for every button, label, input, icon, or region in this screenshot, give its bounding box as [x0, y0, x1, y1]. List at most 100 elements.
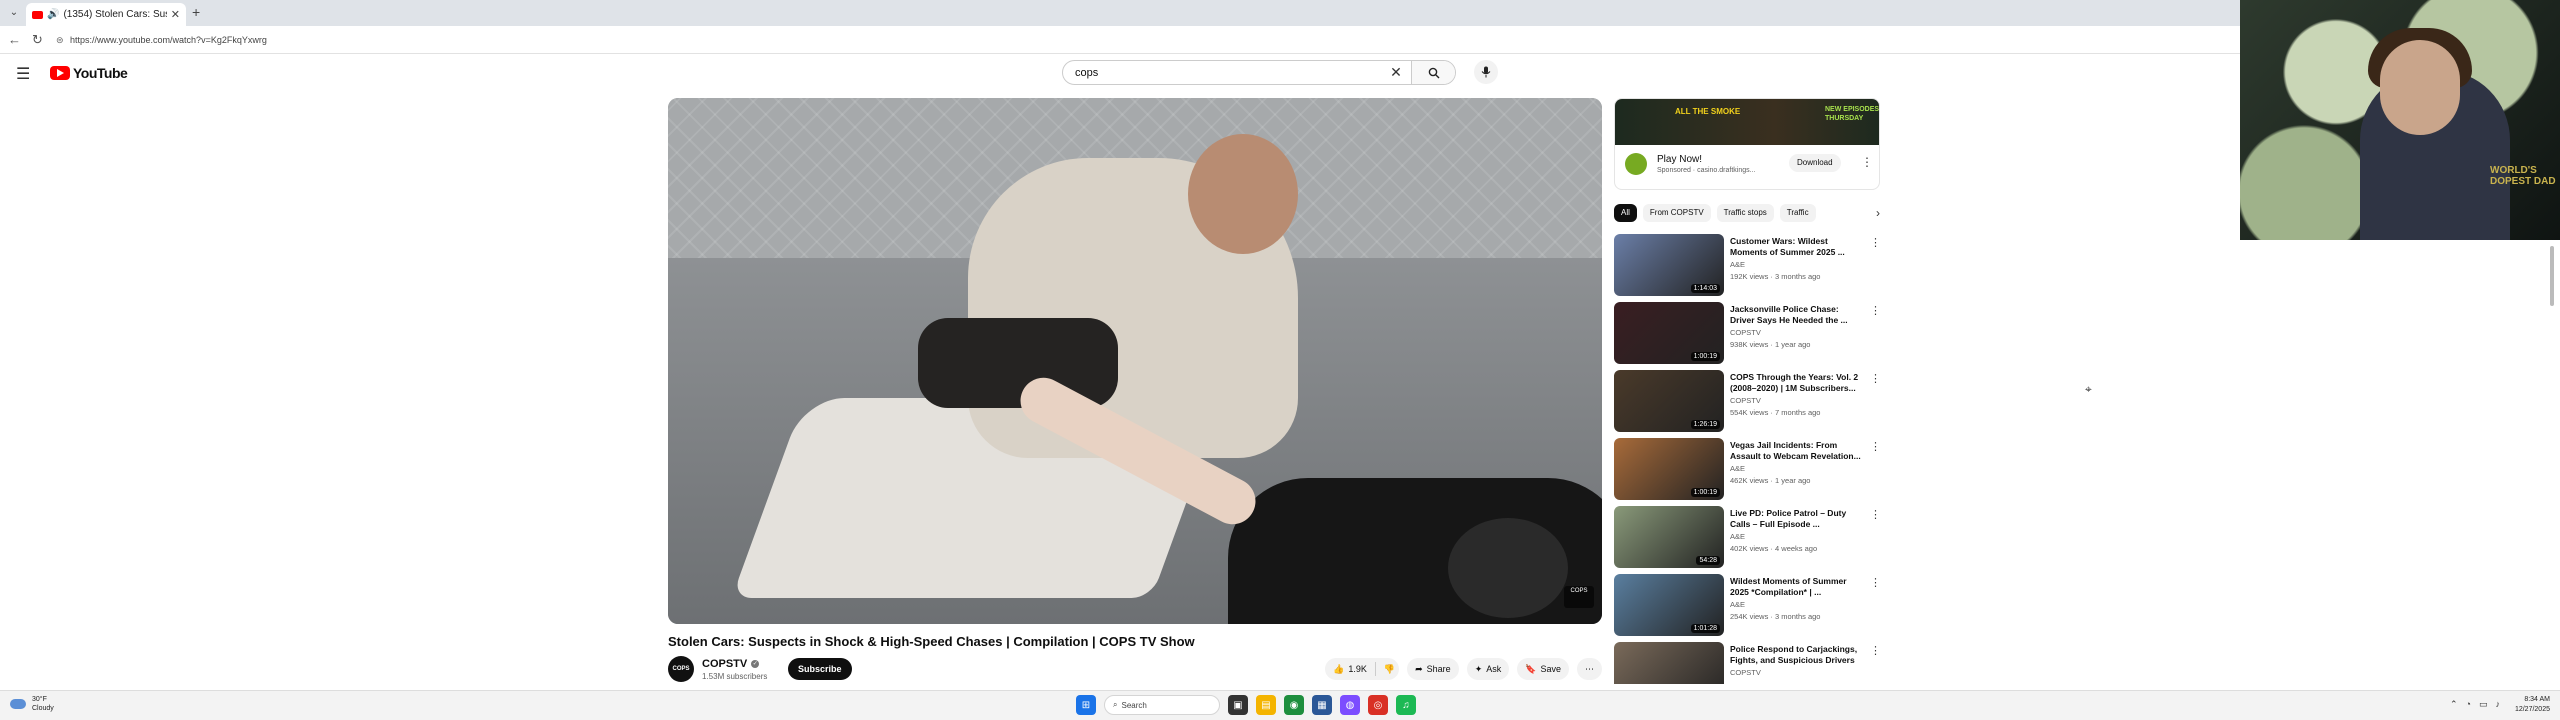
chevron-up-icon[interactable]: ⌃ — [2450, 699, 2458, 710]
voice-search-button[interactable] — [1474, 60, 1498, 84]
volume-icon[interactable]: ♪ — [2496, 699, 2501, 710]
recommendation-title[interactable]: Jacksonville Police Chase: Driver Says H… — [1730, 304, 1864, 326]
store-icon[interactable]: ▦ — [1312, 695, 1332, 715]
video-thumbnail[interactable]: 54:28 — [1614, 506, 1724, 568]
video-thumbnail[interactable]: 1:00:19 — [1614, 438, 1724, 500]
chip-from-copstv[interactable]: From COPSTV — [1642, 204, 1711, 222]
chevron-right-icon[interactable]: › — [1876, 206, 1880, 220]
video-thumbnail[interactable]: 1:01:28 — [1614, 574, 1724, 636]
chip-all[interactable]: All — [1614, 204, 1637, 222]
weather-text: 30°F Cloudy — [32, 695, 54, 713]
share-button[interactable]: ➦ Share — [1407, 658, 1459, 680]
recommendation-title[interactable]: COPS Through the Years: Vol. 2 (2008–202… — [1730, 372, 1864, 394]
more-vertical-icon[interactable]: ⋮ — [1870, 304, 1881, 317]
ad-download-button[interactable]: Download — [1789, 154, 1841, 172]
verified-icon: ✓ — [751, 660, 760, 669]
search-button[interactable] — [1411, 61, 1455, 84]
weather-widget[interactable]: 30°F Cloudy — [10, 695, 54, 713]
video-thumbnail[interactable]: 1:14:03 — [1614, 234, 1724, 296]
new-tab-button[interactable]: + — [192, 4, 200, 20]
file-explorer-icon[interactable]: ▤ — [1256, 695, 1276, 715]
ad-banner[interactable]: ALL THE SMOKE NEW EPISODES THURSDAY — [1615, 99, 1879, 145]
more-vertical-icon[interactable]: ⋮ — [1870, 508, 1881, 521]
chip-traffic-stops[interactable]: Traffic stops — [1716, 204, 1774, 222]
close-icon[interactable]: ✕ — [171, 8, 180, 21]
recommendation-item[interactable]: 1:26:19 COPS Through the Years: Vol. 2 (2… — [1614, 370, 1886, 438]
recommendation-title[interactable]: Customer Wars: Wildest Moments of Summer… — [1730, 236, 1864, 258]
taskbar-search[interactable]: ⌕ Search — [1104, 695, 1220, 715]
recommendation-channel[interactable]: COPSTV — [1730, 396, 1761, 405]
scrollbar-thumb[interactable] — [2550, 246, 2554, 306]
page-scrollbar[interactable] — [2548, 240, 2556, 680]
url-field[interactable]: ⊜ https://www.youtube.com/watch?v=Kg2Fkq… — [56, 31, 2226, 49]
like-count[interactable]: 1.9K — [1348, 664, 1367, 674]
edge-browser-icon[interactable]: ◉ — [1284, 695, 1304, 715]
recommendation-channel[interactable]: A&E — [1730, 260, 1745, 269]
clear-search-icon[interactable]: ✕ — [1381, 64, 1411, 81]
tab-list-button[interactable]: ⌄ — [4, 3, 24, 23]
ad-title[interactable]: Play Now! — [1657, 154, 1702, 165]
hamburger-menu-icon[interactable]: ☰ — [16, 64, 30, 84]
recommendation-channel[interactable]: A&E — [1730, 464, 1745, 473]
browser-tab-active[interactable]: 🔊 (1354) Stolen Cars: Suspects i ✕ — [26, 3, 186, 26]
channel-avatar[interactable]: COPS — [668, 656, 694, 682]
spotify-icon[interactable]: ♫ — [1396, 695, 1416, 715]
recommendation-channel[interactable]: A&E — [1730, 600, 1745, 609]
recommendation-title[interactable]: Live PD: Police Patrol – Duty Calls – Fu… — [1730, 508, 1864, 530]
video-thumbnail[interactable]: 1:00:19 — [1614, 302, 1724, 364]
address-bar: ← ↻ ⊜ https://www.youtube.com/watch?v=Kg… — [0, 26, 2240, 54]
search-input[interactable]: cops — [1075, 67, 1381, 79]
chip-traffic[interactable]: Traffic — [1779, 204, 1816, 222]
thumbs-up-icon[interactable]: 👍 — [1333, 664, 1344, 675]
video-owner-row: COPS COPSTV ✓ 1.53M subscribers Subscribe… — [668, 656, 1602, 686]
video-thumbnail[interactable] — [1614, 642, 1724, 684]
chrome-icon[interactable]: ◎ — [1368, 695, 1388, 715]
clock-time: 8:34 AM — [2524, 696, 2550, 703]
recommendation-item[interactable]: Police Respond to Carjackings, Fights, a… — [1614, 642, 1886, 684]
search-box[interactable]: cops ✕ — [1062, 60, 1456, 85]
save-button[interactable]: 🔖 Save — [1517, 658, 1569, 680]
more-vertical-icon[interactable]: ⋮ — [1870, 644, 1881, 657]
sponsored-ad[interactable]: ALL THE SMOKE NEW EPISODES THURSDAY Play… — [1614, 98, 1880, 190]
share-label: Share — [1426, 664, 1451, 674]
windows-start-icon[interactable]: ⊞ — [1076, 695, 1096, 715]
ad-banner-text: ALL THE SMOKE — [1675, 107, 1741, 116]
back-icon[interactable]: ← — [8, 32, 21, 47]
speaker-icon[interactable]: 🔊 — [47, 9, 59, 20]
discord-icon[interactable]: ◍ — [1340, 695, 1360, 715]
recommendation-channel[interactable]: A&E — [1730, 532, 1745, 541]
suspect-head — [1448, 518, 1568, 618]
task-view-icon[interactable]: ▣ — [1228, 695, 1248, 715]
channel-watermark[interactable]: COPS — [1564, 586, 1594, 608]
more-vertical-icon[interactable]: ⋮ — [1861, 155, 1873, 169]
recommendation-channel[interactable]: COPSTV — [1730, 328, 1761, 337]
recommendation-item[interactable]: 54:28 Live PD: Police Patrol – Duty Calls… — [1614, 506, 1886, 574]
reload-icon[interactable]: ↻ — [32, 32, 43, 48]
taskbar-clock[interactable]: 8:34 AM 12/27/2025 — [2515, 695, 2550, 715]
more-vertical-icon[interactable]: ⋮ — [1870, 236, 1881, 249]
channel-name[interactable]: COPSTV ✓ — [702, 658, 760, 670]
recommendation-item[interactable]: 1:14:03 Customer Wars: Wildest Moments of… — [1614, 234, 1886, 302]
site-info-icon[interactable]: ⊜ — [56, 31, 64, 49]
recommendation-channel[interactable]: COPSTV — [1730, 668, 1761, 677]
network-icon[interactable]: ▭ — [2479, 699, 2488, 710]
subscribe-button[interactable]: Subscribe — [788, 658, 852, 680]
recommendation-title[interactable]: Wildest Moments of Summer 2025 *Compilat… — [1730, 576, 1864, 598]
more-vertical-icon[interactable]: ⋮ — [1870, 576, 1881, 589]
more-vertical-icon[interactable]: ⋮ — [1870, 440, 1881, 453]
recommendation-title[interactable]: Vegas Jail Incidents: From Assault to We… — [1730, 440, 1864, 462]
recommendation-item[interactable]: 1:01:28 Wildest Moments of Summer 2025 *C… — [1614, 574, 1886, 642]
video-thumbnail[interactable]: 1:26:19 — [1614, 370, 1724, 432]
recommendation-title[interactable]: Police Respond to Carjackings, Fights, a… — [1730, 644, 1864, 666]
thumbs-down-icon[interactable]: 👎 — [1384, 664, 1395, 675]
more-actions-button[interactable]: ⋯ — [1577, 658, 1602, 680]
recommendation-item[interactable]: 1:00:19 Jacksonville Police Chase: Driver… — [1614, 302, 1886, 370]
ask-button[interactable]: ✦ Ask — [1466, 658, 1510, 680]
webcam-overlay: WORLD'S DOPEST DAD — [2240, 0, 2560, 240]
url-text: https://www.youtube.com/watch?v=Kg2FkqYx… — [70, 35, 267, 45]
youtube-logo[interactable]: YouTube — [50, 65, 128, 81]
video-player[interactable]: COPS — [668, 98, 1602, 624]
recommendation-item[interactable]: 1:00:19 Vegas Jail Incidents: From Assaul… — [1614, 438, 1886, 506]
notification-icon[interactable]: ◔ — [2466, 699, 2471, 710]
more-vertical-icon[interactable]: ⋮ — [1870, 372, 1881, 385]
